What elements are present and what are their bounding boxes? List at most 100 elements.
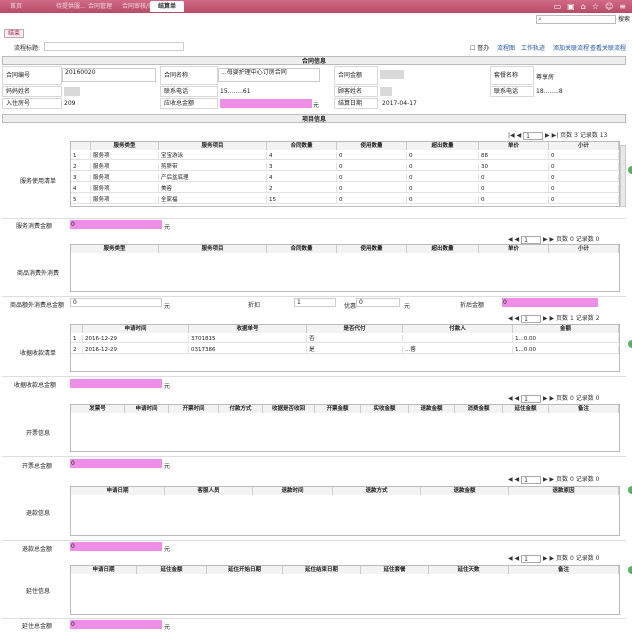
table-cell: 1 <box>71 152 91 160</box>
side-handle-icon[interactable] <box>628 340 632 348</box>
package-value: 尊享房 <box>536 74 555 81</box>
service-grid: 服务类型 服务项目 合同数量 使用数量 超出数量 单价 小计 1 服务项 宝宝游泳 4… <box>70 141 620 207</box>
table-cell: 宝宝游泳 <box>159 152 267 160</box>
refund-total-label: 退款总金额 <box>22 546 53 553</box>
receipts-page-input[interactable]: 1 <box>521 314 542 323</box>
link-view-related[interactable]: 查看关联流程 <box>590 43 626 52</box>
pages-value: 3 <box>574 132 578 139</box>
table-cell: 0 <box>549 185 619 193</box>
next-page-icon[interactable]: ▶ ▶ <box>543 315 554 322</box>
divider <box>2 218 626 219</box>
prev-page-icon[interactable]: ◀ ◀ <box>508 476 519 483</box>
column-header: 消费金额 <box>455 405 503 413</box>
goods-page-input[interactable]: 1 <box>521 235 542 244</box>
side-handle-icon[interactable] <box>628 486 632 494</box>
receivable-label: 应收总金额 <box>160 98 218 109</box>
supervise-checkbox[interactable]: ☐ 督办 <box>470 43 489 52</box>
table-cell: 2 <box>71 163 91 171</box>
flow-title-input[interactable] <box>44 42 184 51</box>
service-scrollbar[interactable] <box>620 145 626 207</box>
side-handle-icon[interactable] <box>628 566 632 574</box>
table-cell: 2 <box>267 185 337 193</box>
table-cell: 0 <box>407 163 479 171</box>
pages-value: 0 <box>569 395 574 402</box>
prev-page-icon[interactable]: ◀ ◀ <box>508 395 519 402</box>
service-pager: |◀ ◀ 1 ▶ ▶| 页数 3 记录数 13 <box>508 130 607 140</box>
search-input[interactable]: ⌕ <box>536 15 616 24</box>
off-input[interactable]: 0 <box>356 298 400 307</box>
link-work-track[interactable]: 工作轨迹 <box>521 43 545 52</box>
column-header: 开票时间 <box>169 405 219 413</box>
extend-total-value: 0 <box>70 620 162 629</box>
last-page-icon[interactable]: ▶| <box>552 132 559 139</box>
column-header: 延住金额 <box>137 566 207 574</box>
next-page-icon[interactable]: ▶ ▶ <box>543 555 554 562</box>
col-contract-qty: 合同数量 <box>267 245 337 253</box>
star-icon[interactable]: ☆ <box>592 1 599 12</box>
column-header: 延住金额 <box>503 405 549 413</box>
invoice-total-value: 0 <box>70 459 162 468</box>
next-page-icon[interactable]: ▶ ▶ <box>543 476 554 483</box>
service-total-value: 0 <box>70 220 162 229</box>
divider <box>2 296 626 297</box>
table-cell: 2 <box>71 346 83 354</box>
records-label: 记录数 <box>575 555 594 562</box>
table-cell: 1 <box>71 335 83 343</box>
pages-value: 0 <box>569 555 574 562</box>
refund-grid: 申请日期 客服人员 退款时间 退款方式 退款金额 退款原因 <box>70 486 620 536</box>
pages-label: 页数 <box>560 132 573 139</box>
settle-date-value: 2017-04-17 <box>382 100 417 107</box>
side-handle-icon[interactable] <box>628 166 632 174</box>
client-value <box>64 87 80 96</box>
after-discount-text: 0 <box>503 299 507 306</box>
discount-input[interactable]: 1 <box>294 298 336 307</box>
column-header: 申请时间 <box>125 405 169 413</box>
first-page-icon[interactable]: |◀ <box>508 132 515 139</box>
end-button[interactable]: 结束 <box>4 29 25 38</box>
prev-page-icon[interactable]: ◀ ◀ <box>508 236 519 243</box>
pages-label: 页数 <box>556 236 569 243</box>
menu-icon[interactable]: ≡ <box>619 1 626 12</box>
receivable-suffix: 元 <box>313 102 320 109</box>
table-cell: 0 <box>549 174 619 182</box>
table-cell: 是 <box>307 346 403 354</box>
off-yuan: 元 <box>404 303 411 310</box>
divider <box>2 540 626 541</box>
next-page-icon[interactable]: ▶ ▶ <box>543 395 554 402</box>
extend-grid: 申请日期 延住金额 延住开始日期 延住结束日期 延住套餐 延住天数 备注 <box>70 565 620 615</box>
refund-page-input[interactable]: 1 <box>521 475 542 484</box>
records-label: 记录数 <box>575 395 594 402</box>
extend-page-input[interactable]: 1 <box>521 554 542 563</box>
prev-page-icon[interactable]: ◀ ◀ <box>508 555 519 562</box>
table-cell: 0 <box>407 185 479 193</box>
pages-label: 页数 <box>556 315 569 322</box>
search-button[interactable]: 搜索 <box>618 14 630 23</box>
monitor-icon[interactable]: ▣ <box>567 1 575 12</box>
prev-page-icon[interactable]: ◀ ◀ <box>508 315 519 322</box>
goods-total-input[interactable]: 0 <box>70 298 162 307</box>
column-header: 延住套餐 <box>361 566 429 574</box>
home-icon[interactable]: ⌂ <box>581 1 586 12</box>
table-cell: 0 <box>337 196 407 204</box>
table-cell: 0 <box>337 163 407 171</box>
extend-side-label: 延住信息 <box>25 588 50 595</box>
tab-home[interactable]: 首页 <box>0 1 32 12</box>
user-icon[interactable]: ☺ <box>605 1 613 12</box>
records-label: 记录数 <box>575 236 594 243</box>
extend-total-text: 0 <box>71 621 75 628</box>
top-tab-bar: 首页 待提供服... 合同管理 合同审核/审批 结算单 ▭ ▣ ⌂ ☆ ☺ ≡ <box>0 0 632 13</box>
link-flow-chart[interactable]: 流程图 <box>497 43 515 52</box>
next-page-icon[interactable]: ▶ ▶ <box>543 236 554 243</box>
service-total-label: 服务消费金额 <box>16 223 53 230</box>
goods-total-yuan: 元 <box>164 303 171 310</box>
link-add-related[interactable]: 添加关联流程 <box>553 43 589 52</box>
next-page-icon[interactable]: ▶ <box>545 132 550 139</box>
tab-settlement[interactable]: 结算单 <box>150 1 185 12</box>
invoice-page-input[interactable]: 1 <box>521 394 542 403</box>
service-page-input[interactable]: 1 <box>523 131 544 140</box>
contract-no-input[interactable]: 20160020 <box>62 68 156 82</box>
contract-name-input[interactable]: ...母婴护理中心订房合同 <box>218 68 320 82</box>
records-label: 记录数 <box>575 315 594 322</box>
prev-page-icon[interactable]: ◀ <box>517 132 522 139</box>
window-icon[interactable]: ▭ <box>554 1 562 12</box>
